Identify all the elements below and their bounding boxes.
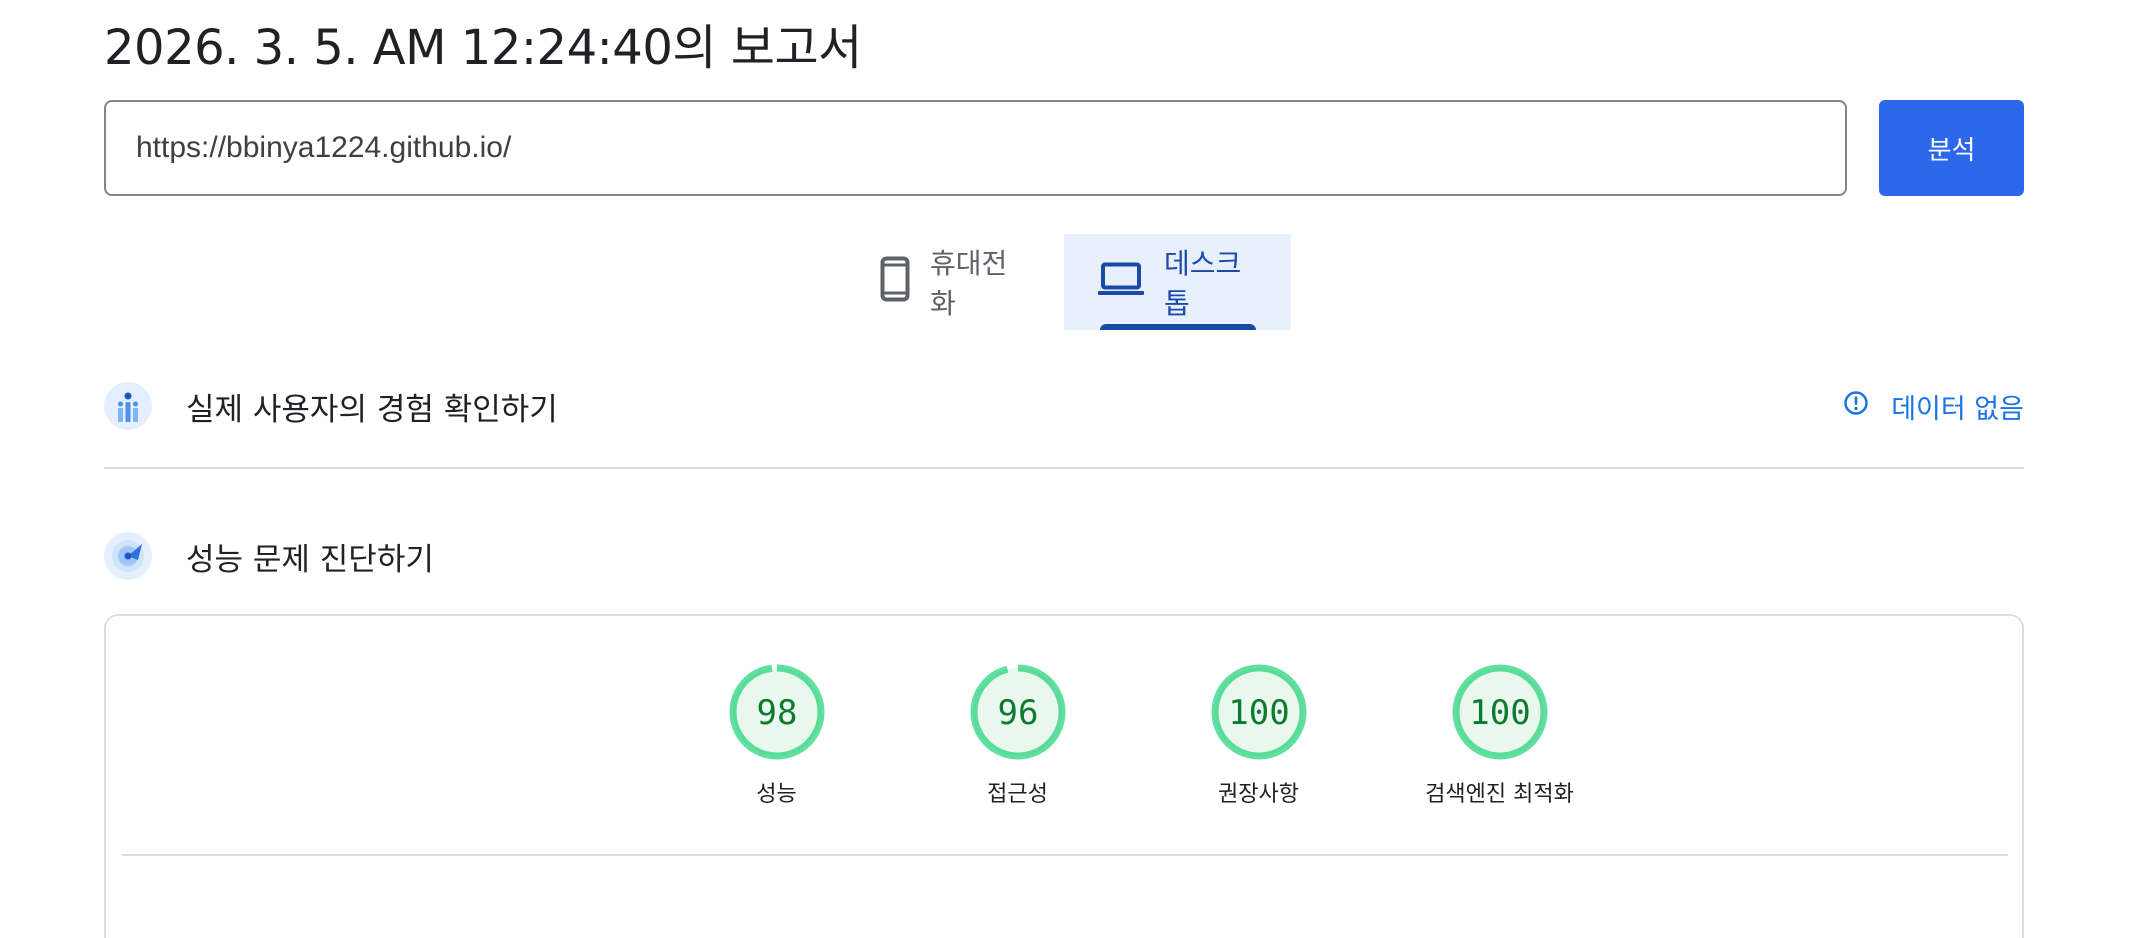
gauge-ring: 96 (970, 664, 1065, 760)
tab-mobile-label: 휴대전화 (930, 247, 1008, 320)
score-gauge-accessibility[interactable]: 96 접근성 (897, 662, 1138, 808)
url-input[interactable] (106, 102, 1845, 194)
score-gauge-performance[interactable]: 98 성능 (656, 662, 897, 808)
users-chart-icon (104, 382, 152, 430)
gauge-ring: 100 (1211, 664, 1306, 760)
field-data-section: 실제 사용자의 경험 확인하기 데이터 없음 (104, 382, 2024, 430)
tab-desktop-label: 데스크톱 (1164, 247, 1242, 320)
score-gauge-best-practices[interactable]: 100 권장사항 (1138, 662, 1379, 808)
gauge-ring: 100 (1452, 664, 1547, 760)
analyze-button[interactable]: 분석 (1879, 100, 2024, 196)
smartphone-icon (880, 256, 910, 309)
score-label: 검색엔진 최적화 (1425, 782, 1574, 807)
url-input-field[interactable] (104, 100, 1847, 196)
score-gauges: 98 성능 96 접근성 100 권장사항 100 검색엔진 최적화 (656, 662, 1620, 808)
section-divider (104, 467, 2024, 469)
score-value: 96 (997, 693, 1038, 733)
score-gauge-seo[interactable]: 100 검색엔진 최적화 (1379, 662, 1620, 808)
scores-card: 98 성능 96 접근성 100 권장사항 100 검색엔진 최적화 (104, 614, 2024, 938)
score-label: 접근성 (987, 782, 1048, 807)
score-label: 권장사항 (1218, 782, 1299, 807)
no-data-label: 데이터 없음 (1891, 393, 2024, 425)
score-value: 100 (1228, 693, 1289, 733)
score-value: 100 (1469, 693, 1530, 733)
alert-circle-icon (1843, 390, 1869, 423)
field-data-title: 실제 사용자의 경험 확인하기 (186, 391, 558, 428)
tab-selected-indicator (1100, 324, 1256, 330)
laptop-icon (1098, 262, 1144, 303)
tab-desktop[interactable]: 데스크톱 (1064, 234, 1291, 330)
score-label: 성능 (756, 782, 797, 807)
lab-data-title: 성능 문제 진단하기 (186, 541, 434, 578)
radar-icon (104, 532, 152, 580)
lab-data-section: 성능 문제 진단하기 (104, 532, 2024, 580)
device-tabs: 휴대전화 데스크톱 (856, 234, 1291, 330)
no-data-link[interactable]: 데이터 없음 (1843, 387, 2024, 426)
report-title: 2026. 3. 5. AM 12:24:40의 보고서 (104, 20, 862, 76)
card-divider (122, 854, 2008, 856)
score-value: 98 (756, 693, 797, 733)
gauge-ring: 98 (729, 664, 824, 760)
tab-mobile[interactable]: 휴대전화 (856, 234, 1064, 330)
